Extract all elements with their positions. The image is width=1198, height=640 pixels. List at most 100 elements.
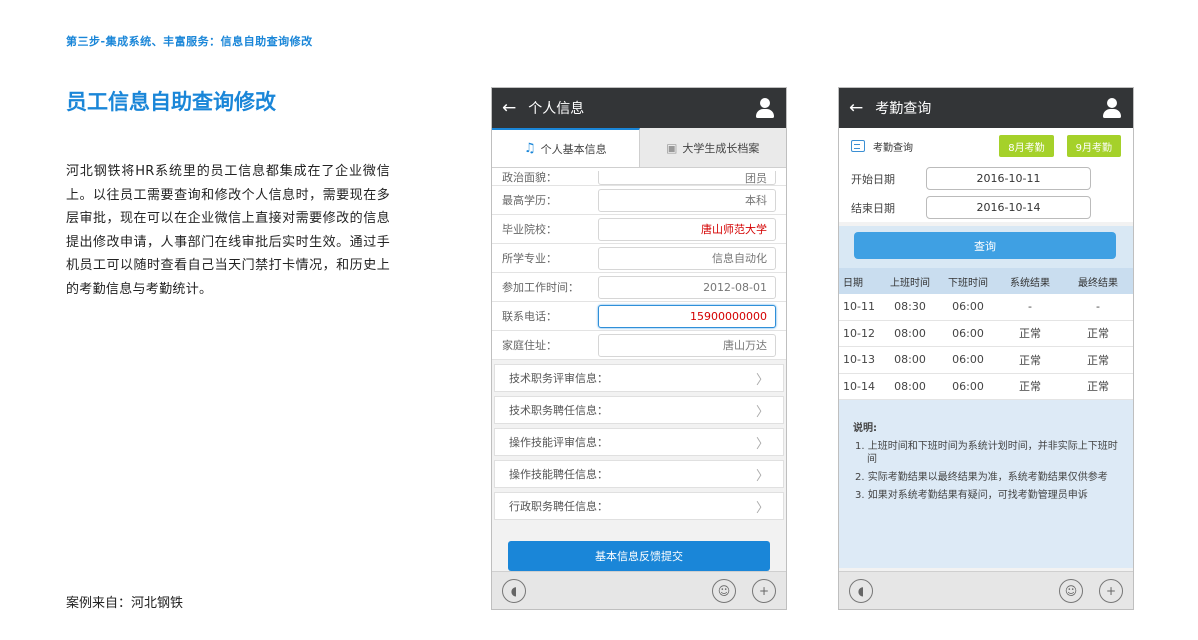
table-cell: - [1096, 300, 1100, 314]
field-value[interactable]: 信息自动化 [598, 246, 776, 270]
field-value[interactable]: 团员 [598, 171, 776, 185]
table-cell: 10-12 [843, 326, 875, 340]
chevron-right-icon: 〉 [755, 500, 769, 516]
plus-icon[interactable]: + [752, 579, 776, 603]
chevron-right-icon: 〉 [755, 436, 769, 452]
link-label: 技术职务聘任信息： [509, 404, 608, 417]
table-cell: 10-13 [843, 353, 875, 367]
table-cell: 06:00 [952, 353, 984, 367]
link-skill-review[interactable]: 操作技能评审信息： 〉 [494, 428, 784, 456]
voice-icon[interactable]: ◖ [502, 579, 526, 603]
note-item: 3. 如果对系统考勤结果有疑问，可找考勤管理员申诉 [855, 490, 1088, 501]
note-item: 2. 实际考勤结果以最终结果为准，系统考勤结果仅供参考 [855, 472, 1108, 483]
link-skill-appoint[interactable]: 操作技能聘任信息： 〉 [494, 460, 784, 488]
emoji-icon[interactable]: ☺ [1059, 579, 1083, 603]
personal-info-title: 个人信息 [528, 101, 585, 117]
column-header: 下班时间 [948, 277, 988, 289]
table-cell: 06:00 [952, 326, 984, 340]
end-date-row: 结束日期 2016-10-14 [839, 193, 1133, 222]
query-button[interactable]: 查询 [854, 232, 1116, 259]
link-label: 操作技能聘任信息： [509, 468, 608, 481]
source-note: 案例来自：河北钢铁 [66, 596, 184, 611]
month-9-button[interactable]: 9月考勤 [1066, 135, 1121, 157]
end-date-label: 结束日期 [851, 201, 895, 215]
attendance-header-row: 考勤查询 8月考勤 9月考勤 [839, 128, 1133, 164]
back-arrow-icon[interactable]: ← [502, 98, 516, 118]
table-row: 10-12 08:00 06:00 正常 正常 [839, 320, 1133, 347]
page-title: 员工信息自助查询修改 [66, 90, 276, 114]
camera-icon: ▣ [666, 140, 678, 155]
tab-growth-archive[interactable]: ▣ 大学生成长档案 [640, 128, 787, 167]
field-row-political: 政治面貌： 团员 [492, 168, 786, 186]
field-value[interactable]: 唐山师范大学 [598, 217, 776, 241]
column-header: 日期 [843, 277, 863, 289]
field-label: 联系电话： [502, 310, 557, 323]
start-date-input[interactable]: 2016-10-11 [926, 167, 1091, 190]
user-icon[interactable] [1101, 97, 1123, 119]
emoji-icon[interactable]: ☺ [712, 579, 736, 603]
end-date-input[interactable]: 2016-10-14 [926, 196, 1091, 219]
attendance-table-header: 日期 上班时间 下班时间 系统结果 最终结果 [839, 268, 1133, 294]
plus-icon[interactable]: + [1099, 579, 1123, 603]
link-tech-appoint[interactable]: 技术职务聘任信息： 〉 [494, 396, 784, 424]
field-row-address: 家庭住址： 唐山万达 [492, 331, 786, 360]
field-row-major: 所学专业： 信息自动化 [492, 244, 786, 273]
submit-feedback-button[interactable]: 基本信息反馈提交 [508, 541, 770, 571]
attendance-topbar: ← 考勤查询 [839, 88, 1133, 128]
tab-basic-info-label: 个人基本信息 [540, 142, 607, 156]
phone-number-input[interactable]: 15900000000 [598, 304, 776, 328]
table-cell: 正常 [1019, 353, 1041, 367]
chevron-right-icon: 〉 [755, 468, 769, 484]
field-row-phone: 联系电话： 15900000000 [492, 302, 786, 331]
chat-bottom-bar: ◖ ☺ + [492, 571, 786, 609]
table-row: 10-11 08:30 06:00 - - [839, 294, 1133, 321]
field-label: 参加工作时间： [502, 281, 579, 294]
table-row: 10-14 08:00 06:00 正常 正常 [839, 373, 1133, 400]
table-cell: 08:00 [894, 353, 926, 367]
breadcrumb: 第三步-集成系统、丰富服务：信息自助查询修改 [66, 35, 313, 48]
field-value[interactable]: 唐山万达 [598, 333, 776, 357]
info-tabs: ♫ 个人基本信息 ▣ 大学生成长档案 [492, 128, 786, 168]
table-row: 10-13 08:00 06:00 正常 正常 [839, 347, 1133, 374]
notes-title: 说明: [853, 423, 877, 434]
table-cell: 10-14 [843, 379, 875, 393]
link-admin-appoint[interactable]: 行政职务聘任信息： 〉 [494, 492, 784, 520]
link-label: 技术职务评审信息： [509, 372, 608, 385]
field-row-work-start: 参加工作时间： 2012-08-01 [492, 273, 786, 302]
field-label: 家庭住址： [502, 339, 557, 352]
table-cell: 08:00 [894, 326, 926, 340]
field-value[interactable]: 本科 [598, 188, 776, 212]
table-cell: 06:00 [952, 300, 984, 314]
chevron-right-icon: 〉 [755, 404, 769, 420]
chevron-right-icon: 〉 [755, 372, 769, 388]
tab-basic-info[interactable]: ♫ 个人基本信息 [492, 128, 640, 167]
month-8-button[interactable]: 8月考勤 [999, 135, 1054, 157]
personal-info-topbar: ← 个人信息 [492, 88, 786, 128]
voice-icon[interactable]: ◖ [849, 579, 873, 603]
attendance-phone: ← 考勤查询 考勤查询 8月考勤 9月考勤 开始日期 2016-10-11 结束… [838, 87, 1134, 610]
notes-panel: 说明: 1. 上班时间和下班时间为系统计划时间，并非实际上下班时间 2. 实际考… [839, 400, 1133, 568]
table-cell: - [1028, 300, 1032, 314]
field-row-school: 毕业院校： 唐山师范大学 [492, 215, 786, 244]
back-arrow-icon[interactable]: ← [849, 98, 863, 118]
table-cell: 06:00 [952, 379, 984, 393]
attendance-title: 考勤查询 [875, 101, 932, 117]
chat-bottom-bar: ◖ ☺ + [839, 571, 1133, 609]
field-label: 政治面貌： [502, 171, 557, 184]
column-header: 最终结果 [1078, 277, 1118, 289]
table-cell: 08:00 [894, 379, 926, 393]
field-label: 最高学历： [502, 194, 557, 207]
query-band: 查询 [839, 226, 1133, 268]
field-row-education: 最高学历： 本科 [492, 186, 786, 215]
field-value[interactable]: 2012-08-01 [598, 275, 776, 299]
attendance-section-label: 考勤查询 [873, 142, 913, 154]
table-cell: 正常 [1019, 380, 1041, 394]
column-header: 系统结果 [1010, 277, 1050, 289]
personal-info-phone: ← 个人信息 ♫ 个人基本信息 ▣ 大学生成长档案 政治面貌： 团员 最高学历：… [491, 87, 787, 610]
description-text: 河北钢铁将HR系统里的员工信息都集成在了企业微信上。以往员工需要查询和修改个人信… [66, 164, 390, 297]
link-tech-review[interactable]: 技术职务评审信息： 〉 [494, 364, 784, 392]
user-icon[interactable] [754, 97, 776, 119]
table-cell: 正常 [1087, 380, 1109, 394]
link-label: 行政职务聘任信息： [509, 500, 608, 513]
calendar-icon [851, 140, 865, 152]
